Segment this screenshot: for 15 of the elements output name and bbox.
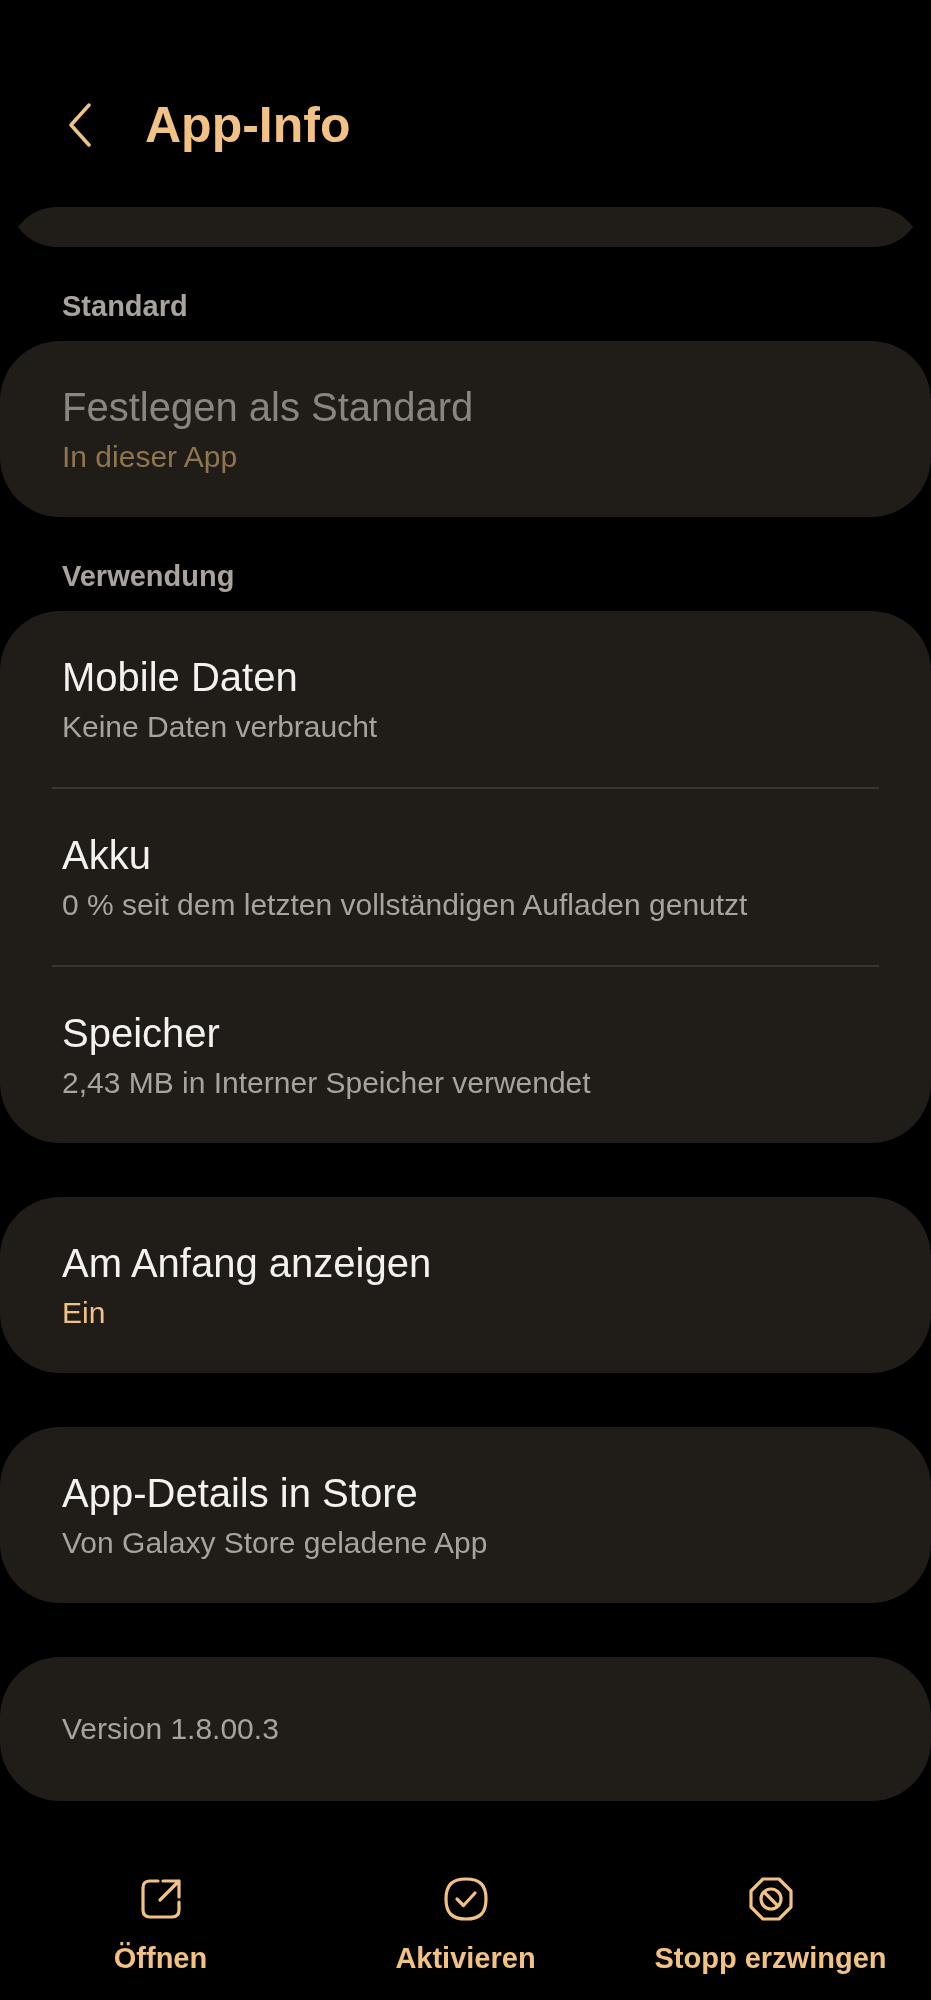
page-title: App-Info (145, 96, 351, 154)
section-header: Standard (62, 289, 189, 323)
settings-item[interactable]: Mobile Daten Keine Daten verbraucht (0, 611, 931, 787)
section-header: Verwendung (62, 559, 236, 593)
action-button[interactable]: Öffnen (8, 1876, 313, 1975)
back-icon[interactable] (68, 103, 92, 147)
settings-item[interactable]: Am Anfang anzeigen Ein (0, 1197, 931, 1373)
check-icon (442, 1876, 489, 1922)
settings-item[interactable]: Speicher 2,43 MB in Interner Speicher verwendet (0, 967, 931, 1143)
settings-item[interactable]: Akku 0 % seit dem letzten vollständigen Aufladen genutzt (0, 789, 931, 965)
settings-item[interactable]: App-Details in Store Von Galaxy Store geladene App (0, 1427, 931, 1603)
action-button[interactable]: Aktivieren (313, 1876, 618, 1975)
action-button[interactable]: Stopp erzwingen (618, 1876, 923, 1975)
version-text: Version 1.8.00.3 (62, 1711, 279, 1747)
stop-icon (747, 1876, 794, 1922)
